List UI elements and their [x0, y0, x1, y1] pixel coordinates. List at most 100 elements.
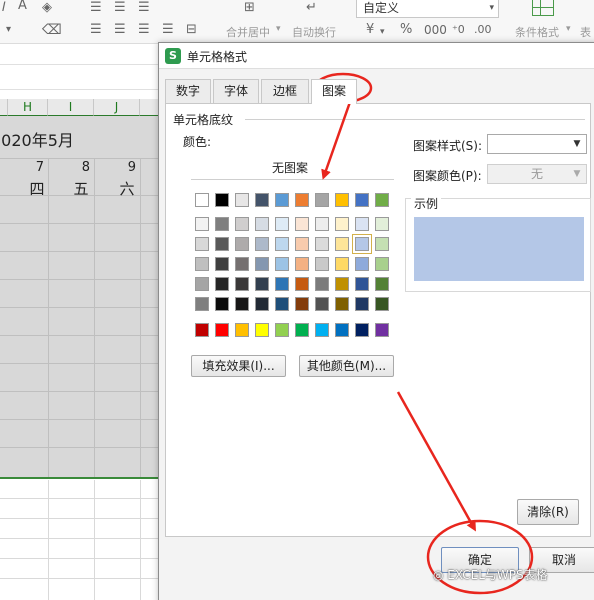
thousands-icon[interactable]: 000 [424, 22, 447, 38]
color-swatch[interactable] [215, 323, 229, 337]
color-swatch[interactable] [355, 193, 369, 207]
color-swatch[interactable] [195, 277, 209, 291]
color-swatch[interactable] [375, 257, 389, 271]
fill-effects-button[interactable]: 填充效果(I)... [191, 355, 286, 377]
tab-number[interactable]: 数字 [165, 79, 211, 103]
color-swatch[interactable] [275, 297, 289, 311]
merge-dropdown-icon[interactable]: ▾ [276, 24, 281, 34]
column-header-h[interactable]: H [8, 99, 48, 116]
clear-button[interactable]: 清除(R) [517, 499, 579, 525]
wrap-text-button[interactable]: 自动换行 [292, 24, 336, 40]
wrap-text-icon[interactable]: ↵ [306, 0, 317, 16]
color-swatch[interactable] [215, 297, 229, 311]
color-swatch[interactable] [255, 277, 269, 291]
column-header-g[interactable] [0, 99, 8, 116]
color-swatch[interactable] [235, 237, 249, 251]
color-swatch[interactable] [235, 257, 249, 271]
color-swatch[interactable] [355, 277, 369, 291]
eraser-icon[interactable]: ⌫ [42, 22, 62, 38]
color-swatch[interactable] [355, 257, 369, 271]
color-swatch[interactable] [195, 193, 209, 207]
color-swatch[interactable] [215, 237, 229, 251]
increase-decimal-icon[interactable]: ⁺0 [452, 22, 465, 38]
color-swatch[interactable] [255, 193, 269, 207]
color-swatch[interactable] [235, 323, 249, 337]
align-top-icon[interactable]: ☰ [90, 0, 102, 16]
color-swatch[interactable] [295, 217, 309, 231]
pattern-style-select[interactable]: ▼ [487, 134, 587, 154]
color-swatch[interactable] [295, 193, 309, 207]
tab-font[interactable]: 字体 [213, 79, 259, 103]
currency-dropdown-icon[interactable]: ▾ [380, 24, 385, 40]
color-swatch[interactable] [315, 217, 329, 231]
color-swatch[interactable] [335, 237, 349, 251]
italic-icon[interactable]: 𝐼 [2, 0, 6, 16]
color-swatch[interactable] [275, 323, 289, 337]
color-swatch[interactable] [295, 277, 309, 291]
color-swatch[interactable] [352, 234, 372, 254]
color-swatch[interactable] [355, 297, 369, 311]
decrease-decimal-icon[interactable]: .00 [474, 22, 492, 38]
color-swatch[interactable] [335, 277, 349, 291]
number-format-select[interactable]: 自定义 ▾ [356, 0, 499, 18]
color-swatch[interactable] [195, 217, 209, 231]
color-swatch[interactable] [375, 277, 389, 291]
align-justify-icon[interactable]: ☰ [162, 22, 174, 38]
color-swatch[interactable] [315, 237, 329, 251]
color-swatch[interactable] [355, 217, 369, 231]
color-swatch[interactable] [215, 277, 229, 291]
color-swatch[interactable] [275, 217, 289, 231]
color-swatch[interactable] [255, 297, 269, 311]
color-swatch[interactable] [375, 237, 389, 251]
color-swatch[interactable] [315, 297, 329, 311]
no-pattern-option[interactable]: 无图案 [272, 159, 308, 176]
color-swatch[interactable] [335, 217, 349, 231]
color-swatch[interactable] [275, 237, 289, 251]
color-swatch[interactable] [355, 323, 369, 337]
merge-center-button[interactable]: 合并居中 [226, 24, 270, 40]
color-swatch[interactable] [315, 277, 329, 291]
currency-icon[interactable]: ¥ [366, 22, 374, 38]
tab-pattern[interactable]: 图案 [311, 79, 357, 104]
color-swatch[interactable] [335, 193, 349, 207]
pattern-color-select[interactable]: 无 ▼ [487, 164, 587, 184]
column-header-k[interactable] [140, 99, 160, 116]
color-swatch[interactable] [235, 217, 249, 231]
dropdown-arrow-icon[interactable]: ▾ [6, 22, 11, 38]
conditional-format-button[interactable]: 条件格式 [515, 24, 559, 40]
color-swatch[interactable] [195, 237, 209, 251]
align-right-icon[interactable]: ☰ [138, 22, 150, 38]
font-color-a-icon[interactable]: A [18, 0, 27, 14]
color-swatch[interactable] [295, 237, 309, 251]
color-swatch[interactable] [315, 257, 329, 271]
color-swatch[interactable] [275, 277, 289, 291]
color-swatch[interactable] [215, 257, 229, 271]
color-swatch[interactable] [255, 323, 269, 337]
color-swatch[interactable] [375, 193, 389, 207]
color-swatch[interactable] [195, 257, 209, 271]
align-left-icon[interactable]: ☰ [90, 22, 102, 38]
color-swatch[interactable] [335, 257, 349, 271]
fill-color-icon[interactable]: ◈ [42, 0, 52, 16]
percent-icon[interactable]: % [400, 22, 412, 38]
tab-border[interactable]: 边框 [261, 79, 309, 103]
table-style-button[interactable]: 表 [580, 24, 591, 40]
color-swatch[interactable] [375, 323, 389, 337]
color-swatch[interactable] [315, 323, 329, 337]
color-swatch[interactable] [275, 257, 289, 271]
align-center-icon[interactable]: ☰ [114, 22, 126, 38]
color-swatch[interactable] [295, 323, 309, 337]
color-swatch[interactable] [375, 217, 389, 231]
color-swatch[interactable] [335, 323, 349, 337]
color-swatch[interactable] [255, 257, 269, 271]
color-swatch[interactable] [315, 193, 329, 207]
align-bottom-icon[interactable]: ☰ [138, 0, 150, 16]
color-swatch[interactable] [215, 217, 229, 231]
color-swatch[interactable] [215, 193, 229, 207]
align-middle-icon[interactable]: ☰ [114, 0, 126, 16]
color-swatch[interactable] [235, 277, 249, 291]
color-swatch[interactable] [255, 217, 269, 231]
color-swatch[interactable] [255, 237, 269, 251]
color-swatch[interactable] [235, 193, 249, 207]
color-swatch[interactable] [295, 257, 309, 271]
